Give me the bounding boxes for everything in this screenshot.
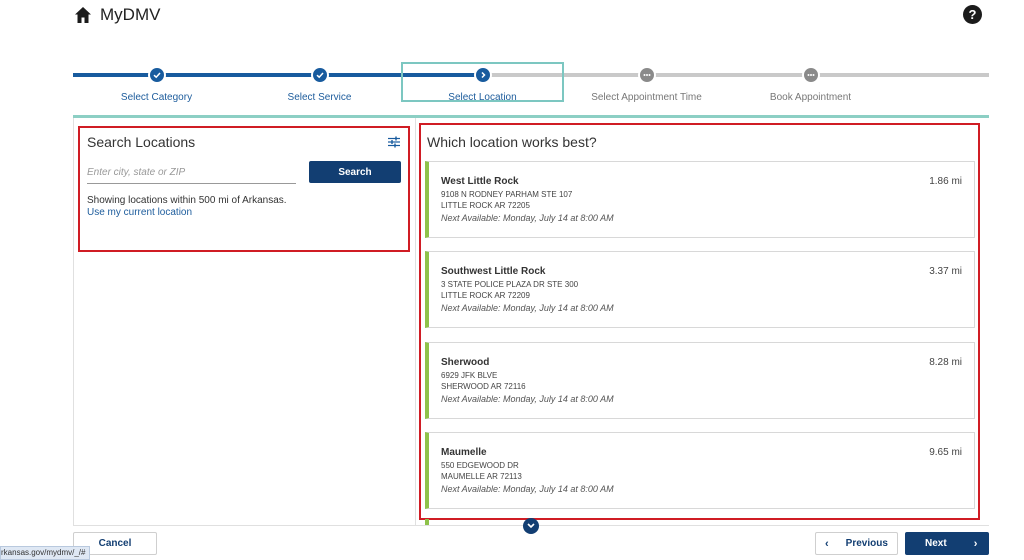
location-next-available: Next Available: Monday, July 14 at 8:00 … (441, 394, 614, 404)
location-distance: 8.28 mi (929, 357, 962, 368)
next-button[interactable]: Next › (905, 532, 989, 555)
location-name: Maumelle (441, 447, 487, 458)
location-card[interactable]: Sherwood 6929 JFK BLVE SHERWOOD AR 72116… (425, 342, 975, 419)
location-address-line1: 9108 N RODNEY PARHAM STE 107 (441, 190, 573, 199)
app-title[interactable]: MyDMV (100, 5, 160, 25)
step-select-appointment-time: Select Appointment Time (565, 62, 728, 103)
step-label: Book Appointment (769, 92, 852, 103)
step-select-category[interactable]: Select Category (75, 62, 238, 103)
chevron-right-icon (473, 66, 492, 84)
next-label: Next (925, 538, 947, 549)
chevron-down-icon[interactable] (523, 518, 539, 534)
location-address-line2: LITTLE ROCK AR 72205 (441, 201, 530, 210)
step-select-location[interactable]: Select Location (401, 62, 564, 103)
location-address-line1: 3 STATE POLICE PLAZA DR STE 300 (441, 280, 579, 289)
location-name: West Little Rock (441, 176, 519, 187)
step-label: Select Category (120, 92, 193, 103)
search-location-input[interactable] (87, 163, 296, 184)
results-title: Which location works best? (427, 134, 597, 150)
check-icon (310, 66, 329, 84)
check-icon (147, 66, 166, 84)
location-card[interactable]: West Little Rock 9108 N RODNEY PARHAM ST… (425, 161, 975, 238)
location-card[interactable]: Southwest Little Rock 3 STATE POLICE PLA… (425, 251, 975, 328)
progress-stepper: Select Category Select Service Select Lo… (73, 62, 989, 106)
location-address-line1: 550 EDGEWOOD DR (441, 461, 519, 470)
location-address-line2: LITTLE ROCK AR 72209 (441, 291, 530, 300)
previous-button[interactable]: ‹ Previous (815, 532, 898, 555)
more-dots-icon (801, 66, 820, 84)
location-distance: 3.37 mi (929, 266, 962, 277)
home-icon[interactable] (74, 6, 92, 24)
step-label: Select Appointment Time (591, 92, 702, 103)
location-distance: 1.86 mi (929, 176, 962, 187)
location-distance: 9.65 mi (929, 447, 962, 458)
location-next-available: Next Available: Monday, July 14 at 8:00 … (441, 303, 614, 313)
help-icon[interactable]: ? (963, 5, 982, 24)
location-address-line2: MAUMELLE AR 72113 (441, 472, 522, 481)
step-label: Select Location (448, 92, 517, 103)
use-current-location-link[interactable]: Use my current location (87, 207, 192, 218)
step-label: Select Service (287, 92, 352, 103)
location-name: Southwest Little Rock (441, 266, 546, 277)
chevron-right-icon: › (973, 537, 978, 550)
chevron-left-icon: ‹ (825, 537, 829, 550)
status-bar-url: rkansas.gov/mydmv/_/# (0, 546, 91, 560)
more-dots-icon (637, 66, 656, 84)
filter-sliders-icon[interactable] (388, 136, 400, 148)
page: MyDMV ? Select Category Select Service S… (0, 0, 1024, 560)
step-select-service[interactable]: Select Service (238, 62, 401, 103)
search-locations-title: Search Locations (87, 134, 196, 150)
location-card[interactable]: Maumelle 550 EDGEWOOD DR MAUMELLE AR 721… (425, 432, 975, 509)
location-next-available: Next Available: Monday, July 14 at 8:00 … (441, 213, 614, 223)
search-radius-text: Showing locations within 500 mi of Arkan… (87, 195, 287, 206)
app-header: MyDMV (74, 5, 160, 25)
location-name: Sherwood (441, 357, 490, 368)
location-address-line2: SHERWOOD AR 72116 (441, 382, 526, 391)
location-address-line1: 6929 JFK BLVE (441, 371, 498, 380)
previous-label: Previous (845, 538, 888, 549)
step-book-appointment: Book Appointment (729, 62, 892, 103)
location-next-available: Next Available: Monday, July 14 at 8:00 … (441, 484, 614, 494)
search-button[interactable]: Search (309, 161, 401, 183)
